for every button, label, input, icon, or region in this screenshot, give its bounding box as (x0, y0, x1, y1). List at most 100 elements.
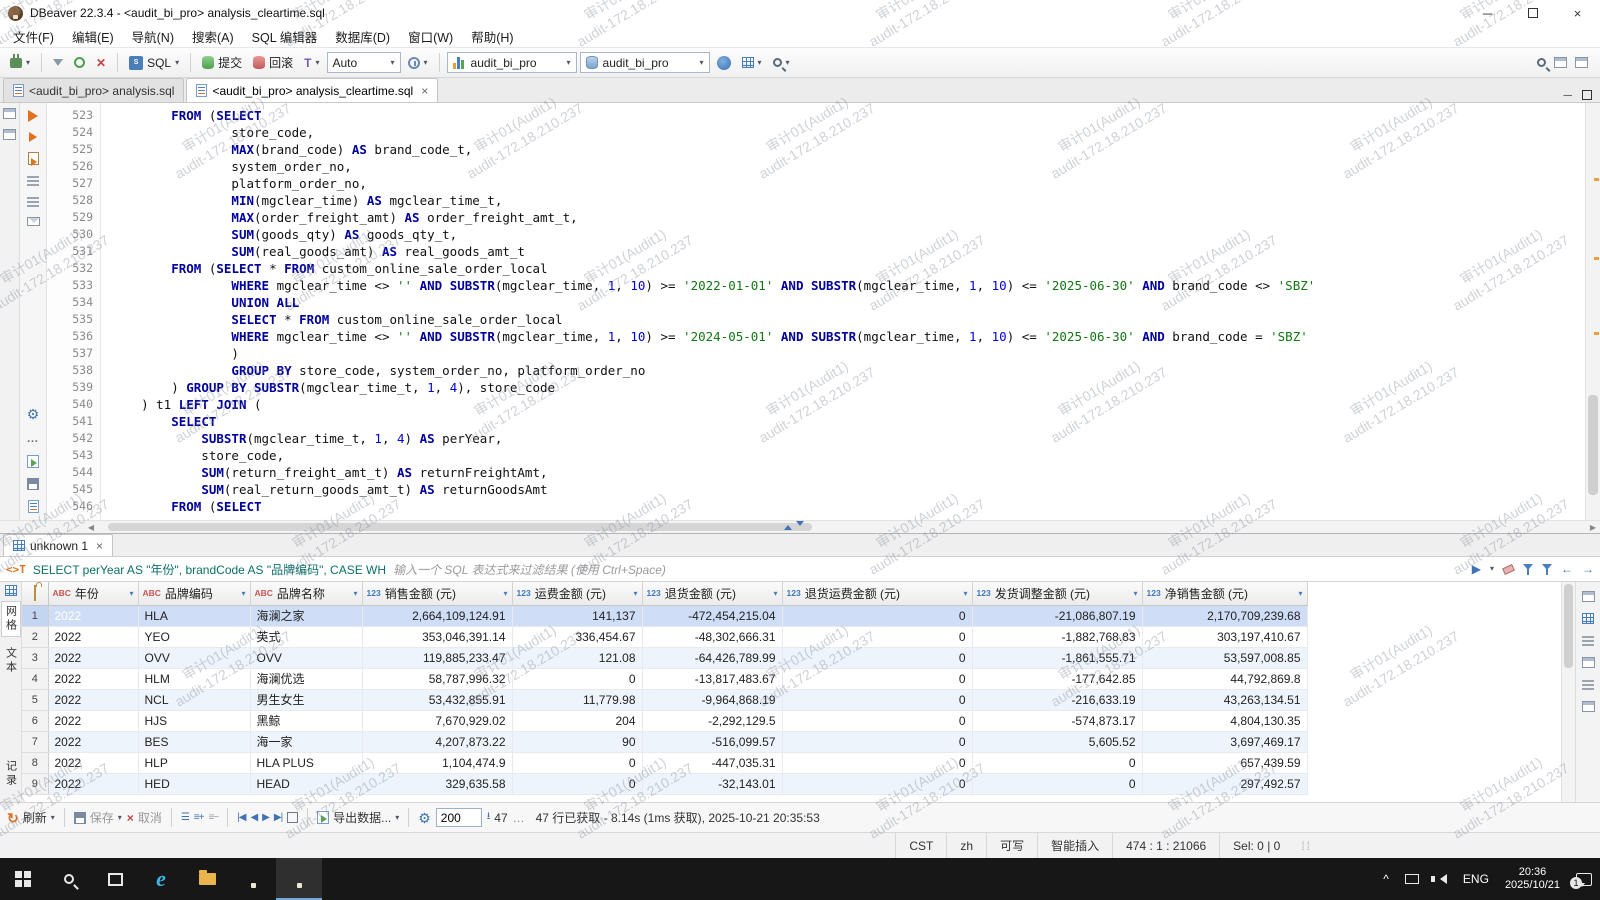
grid-cell[interactable]: 0 (782, 773, 973, 795)
menu-item-7[interactable]: 帮助(H) (462, 26, 522, 47)
column-header-2[interactable]: ABC 品牌名称 ▾ (250, 582, 363, 606)
code-line-537[interactable]: ) (111, 345, 1585, 362)
row-number[interactable]: 4 (22, 668, 49, 690)
column-menu-icon[interactable]: ▾ (1133, 589, 1137, 598)
grid-cell[interactable]: -21,086,807.19 (972, 605, 1143, 627)
grid-cell[interactable]: 4,207,873.22 (362, 731, 513, 753)
open-perspective-icon[interactable] (1575, 57, 1588, 68)
tab-analysis-sql[interactable]: <audit_bi_pro> analysis.sql (3, 78, 185, 102)
close-button[interactable]: × (1555, 0, 1600, 26)
refresh-connection-button[interactable] (70, 55, 89, 70)
editor-vscrollbar[interactable] (1585, 103, 1600, 520)
code-line-538[interactable]: GROUP BY store_code, system_order_no, pl… (111, 362, 1585, 379)
grid-cell[interactable]: 2022 (48, 668, 139, 690)
row-number[interactable]: 7 (22, 731, 49, 753)
export-from-query-icon[interactable] (26, 217, 40, 226)
new-connection-button[interactable]: ▾ (6, 53, 34, 70)
tray-display-button[interactable] (1397, 858, 1427, 900)
code-line-541[interactable]: SELECT (111, 413, 1585, 430)
results-view-button[interactable]: ▾ (738, 55, 766, 70)
search-icon[interactable] (1537, 58, 1546, 67)
column-menu-icon[interactable]: ▾ (241, 589, 245, 598)
transaction-log-button[interactable]: ▾ (404, 55, 432, 71)
status-segment-3[interactable]: 智能插入 (1037, 833, 1112, 858)
start-button[interactable] (0, 858, 46, 900)
grid-cell[interactable]: 297,492.57 (1142, 773, 1308, 795)
dbeaver-active-taskbar-button[interactable] (276, 858, 322, 900)
grid-cell[interactable]: NCL (138, 689, 251, 711)
dbeaver-taskbar-button[interactable] (230, 858, 276, 900)
last-row-icon[interactable]: ▶| (274, 812, 283, 823)
column-header-1[interactable]: ABC 品牌编码 ▾ (138, 582, 251, 606)
table-row-8[interactable]: 8 2022 HLP HLA PLUS 1,104,474.9 0 -447,035.31 0… (22, 752, 1308, 774)
grid-cell[interactable]: -177,642.85 (972, 668, 1143, 690)
menu-item-5[interactable]: 数据库(D) (326, 26, 399, 47)
tray-volume-button[interactable] (1427, 858, 1455, 900)
custom-filter-icon[interactable] (1542, 563, 1552, 575)
table-row-2[interactable]: 2 2022 YEO 英式 353,046,391.14 336,454.67 -48,30… (22, 626, 1308, 648)
grid-cell[interactable]: BES (138, 731, 251, 753)
export-data-button[interactable]: 导出数据... ▾ (317, 809, 399, 826)
grid-cell[interactable]: 53,597,008.85 (1142, 647, 1308, 669)
save-button[interactable]: 保存 ▾ (73, 809, 122, 826)
grid-cell[interactable]: 53,432,855.91 (362, 689, 513, 711)
grid-cell[interactable]: 黑鲸 (250, 710, 363, 732)
grid-cell[interactable]: 2022 (48, 710, 139, 732)
results-vscroll-thumb[interactable] (1564, 584, 1573, 668)
clear-filter-icon[interactable] (1502, 563, 1515, 575)
more-actions-icon[interactable]: … (27, 431, 40, 445)
grid-cell[interactable]: -574,873.17 (972, 710, 1143, 732)
grid-cell[interactable]: 0 (782, 668, 973, 690)
search-menu-button[interactable]: ▾ (769, 56, 794, 69)
filter-back-icon[interactable]: ← (1561, 562, 1573, 576)
status-segment-1[interactable]: zh (946, 833, 986, 858)
tab-analysis-cleartime-sql[interactable]: <audit_bi_pro> analysis_cleartime.sql × (186, 78, 439, 102)
code-line-525[interactable]: MAX(brand_code) AS brand_code_t, (111, 141, 1585, 158)
apply-filter-icon[interactable]: ▶ (1472, 562, 1481, 576)
grid-cell[interactable]: 141,137 (512, 605, 643, 627)
language-indicator[interactable]: ENG (1455, 858, 1497, 900)
database-navigator-icon[interactable] (3, 108, 16, 119)
grid-cell[interactable]: 11,779.98 (512, 689, 643, 711)
grid-cell[interactable]: 2022 (48, 647, 139, 669)
filter-icon[interactable] (1523, 563, 1533, 575)
grid-cell[interactable]: 58,787,996.32 (362, 668, 513, 690)
side-tab-record[interactable]: 记录 (3, 760, 19, 788)
column-header-6[interactable]: 123 退货运费金额 (元) ▾ (782, 582, 973, 606)
column-header-4[interactable]: 123 运费金额 (元) ▾ (512, 582, 643, 606)
grid-cell[interactable]: OVV (138, 647, 251, 669)
autocommit-combo[interactable]: Auto ▾ (326, 52, 401, 73)
column-menu-icon[interactable]: ▾ (633, 589, 637, 598)
stop-button[interactable]: ✕ (92, 54, 110, 72)
grid-cell[interactable]: 336,454.67 (512, 626, 643, 648)
grid-cell[interactable]: 1,104,474.9 (362, 752, 513, 774)
grid-cell[interactable]: 0 (782, 605, 973, 627)
fetch-button[interactable] (49, 53, 67, 73)
cancel-button[interactable]: × 取消 (127, 809, 162, 826)
row-number[interactable]: 9 (22, 773, 49, 795)
table-row-6[interactable]: 6 2022 HJS 黑鲸 7,670,929.02 204 -2,292,129.5 0 -5… (22, 710, 1308, 732)
splitter-handle[interactable] (784, 521, 804, 530)
grid-cell[interactable]: HLP (138, 752, 251, 774)
ie-button[interactable]: e (138, 858, 184, 900)
code-line-540[interactable]: ) t1 LEFT JOIN ( (111, 396, 1585, 413)
grid-cell[interactable]: 3,697,469.17 (1142, 731, 1308, 753)
aggregate-panel-icon[interactable] (1582, 679, 1594, 690)
code-line-533[interactable]: WHERE mgclear_time <> '' AND SUBSTR(mgcl… (111, 277, 1585, 294)
code-line-545[interactable]: SUM(real_return_goods_amt_t) AS returnGo… (111, 481, 1585, 498)
menu-item-1[interactable]: 编辑(E) (63, 26, 123, 47)
overflow-icon[interactable]: … (513, 811, 525, 825)
execute-statement-icon[interactable] (28, 110, 38, 122)
grid-cell[interactable]: 5,605.52 (972, 731, 1143, 753)
grouping-panel-icon[interactable] (1581, 701, 1595, 712)
grid-cell[interactable]: 2022 (48, 752, 139, 774)
prev-row-icon[interactable]: ◀ (250, 812, 258, 823)
tray-expand-button[interactable]: ^ (1375, 858, 1397, 900)
column-header-3[interactable]: 123 销售金额 (元) ▾ (362, 582, 513, 606)
save-file-icon[interactable] (27, 478, 39, 490)
table-row-9[interactable]: 9 2022 HED HEAD 329,635.58 0 -32,143.01 0 0 297,4… (22, 773, 1308, 795)
status-segment-2[interactable]: 可写 (986, 833, 1037, 858)
column-header-5[interactable]: 123 退货金额 (元) ▾ (642, 582, 783, 606)
explain-plan-icon[interactable] (27, 175, 39, 186)
projects-view-icon[interactable] (3, 129, 16, 140)
